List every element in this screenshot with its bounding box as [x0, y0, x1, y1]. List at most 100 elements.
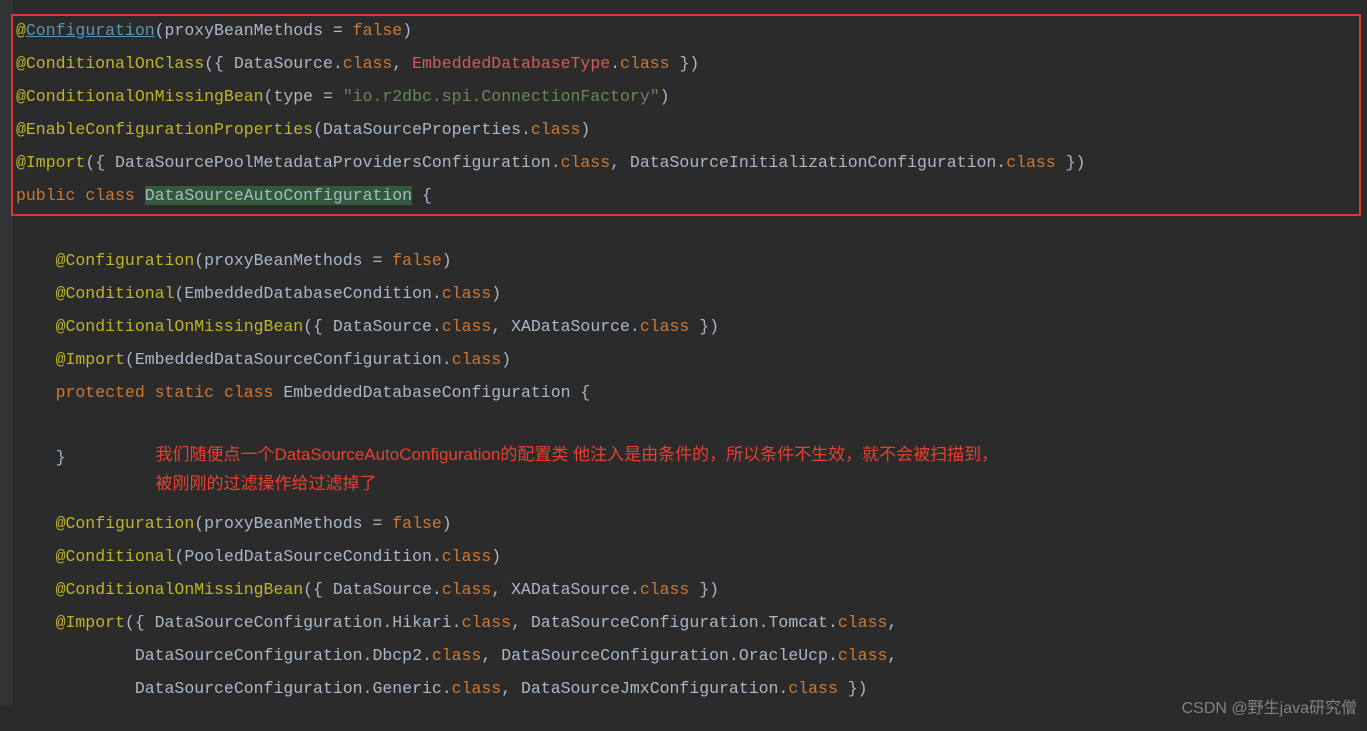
text: (proxyBeanMethods = [194, 514, 392, 533]
text: (proxyBeanMethods = [155, 21, 353, 40]
keyword: static [155, 383, 224, 402]
keyword-class: class [442, 547, 492, 566]
keyword-class: class [432, 646, 482, 665]
code-line[interactable]: DataSourceConfiguration.Generic.class, D… [14, 672, 1367, 705]
keyword-class: class [620, 54, 670, 73]
annotation: @EnableConfigurationProperties [16, 120, 313, 139]
text: }) [689, 580, 719, 599]
keyword-false: false [353, 21, 403, 40]
comment-text-2: 被刚刚的过滤操作给过滤掉了 [156, 470, 1367, 499]
text: ) [660, 87, 670, 106]
text: (DataSourceProperties. [313, 120, 531, 139]
text: ({ DataSource. [303, 580, 442, 599]
keyword: class [224, 383, 283, 402]
code-line[interactable]: } [14, 441, 66, 474]
keyword-class: class [343, 54, 393, 73]
blank-line [14, 409, 1367, 441]
text: ) [491, 547, 501, 566]
code-line[interactable]: @Import({ DataSourceConfiguration.Hikari… [14, 606, 1367, 639]
annotation: @Import [16, 350, 125, 369]
string-literal: "io.r2dbc.spi.ConnectionFactory" [343, 87, 660, 106]
text: (proxyBeanMethods = [194, 251, 392, 270]
text: }) [670, 54, 700, 73]
comment-annotation: 我们随便点一个DataSourceAutoConfiguration的配置类 他… [66, 441, 1367, 499]
brace: } [16, 448, 66, 467]
code-line[interactable]: protected static class EmbeddedDatabaseC… [14, 376, 1367, 409]
text: { [412, 186, 432, 205]
keyword-class: class [640, 317, 690, 336]
code-editor[interactable]: @Configuration(proxyBeanMethods = false)… [0, 0, 1367, 705]
code-line[interactable]: @Conditional(EmbeddedDatabaseCondition.c… [14, 277, 1367, 310]
text: ) [580, 120, 590, 139]
code-line[interactable]: @ConditionalOnMissingBean(type = "io.r2d… [14, 80, 1367, 113]
text: (type = [264, 87, 343, 106]
keyword-false: false [392, 514, 442, 533]
code-line[interactable]: @EnableConfigurationProperties(DataSourc… [14, 113, 1367, 146]
code-line[interactable]: @Configuration(proxyBeanMethods = false) [14, 507, 1367, 540]
code-line[interactable]: public class DataSourceAutoConfiguration… [14, 179, 1367, 212]
keyword-class: class [85, 186, 144, 205]
keyword-class: class [788, 679, 838, 698]
annotation: @ConditionalOnClass [16, 54, 204, 73]
text: , [887, 613, 897, 632]
annotation: @Configuration [16, 514, 194, 533]
text: ) [442, 514, 452, 533]
keyword-class: class [838, 646, 888, 665]
keyword-class: class [531, 120, 581, 139]
annotation: @Configuration [16, 251, 194, 270]
code-line[interactable]: @Import({ DataSourcePoolMetadataProvider… [14, 146, 1367, 179]
keyword-false: false [392, 251, 442, 270]
code-line[interactable]: DataSourceConfiguration.Dbcp2.class, Dat… [14, 639, 1367, 672]
keyword-class: class [1006, 153, 1056, 172]
annotation: @Conditional [16, 547, 174, 566]
keyword-class: class [442, 284, 492, 303]
text: , [392, 54, 412, 73]
code-line[interactable]: @ConditionalOnMissingBean({ DataSource.c… [14, 310, 1367, 343]
class-name-selected[interactable]: DataSourceAutoConfiguration [145, 186, 412, 205]
keyword-public: public [16, 186, 85, 205]
text: (EmbeddedDatabaseCondition. [174, 284, 441, 303]
text: , DataSourceInitializationConfiguration. [610, 153, 1006, 172]
code-line[interactable]: @ConditionalOnMissingBean({ DataSource.c… [14, 573, 1367, 606]
annotation: @ConditionalOnMissingBean [16, 580, 303, 599]
text: ({ DataSource. [303, 317, 442, 336]
text: ) [501, 350, 511, 369]
code-line[interactable]: @Import(EmbeddedDataSourceConfiguration.… [14, 343, 1367, 376]
keyword-class: class [442, 580, 492, 599]
keyword-class: class [640, 580, 690, 599]
keyword-class: class [838, 613, 888, 632]
text: ) [402, 21, 412, 40]
text: , DataSourceConfiguration.Tomcat. [511, 613, 838, 632]
text: ({ DataSourceConfiguration.Hikari. [125, 613, 462, 632]
annotation-at: @ [16, 21, 26, 40]
code-line[interactable]: @Configuration(proxyBeanMethods = false) [14, 14, 1367, 47]
code-line[interactable]: @Conditional(PooledDataSourceCondition.c… [14, 540, 1367, 573]
text: }) [838, 679, 868, 698]
keyword: protected [16, 383, 155, 402]
annotation: @ConditionalOnMissingBean [16, 317, 303, 336]
text: ) [442, 251, 452, 270]
annotation: @ConditionalOnMissingBean [16, 87, 264, 106]
code-line[interactable]: @Configuration(proxyBeanMethods = false) [14, 244, 1367, 277]
text: }) [689, 317, 719, 336]
keyword-class: class [452, 679, 502, 698]
annotation: @Conditional [16, 284, 174, 303]
text: , DataSourceJmxConfiguration. [501, 679, 788, 698]
code-line[interactable]: @ConditionalOnClass({ DataSource.class, … [14, 47, 1367, 80]
class-ref: EmbeddedDatabaseType [412, 54, 610, 73]
annotation: @Import [16, 613, 125, 632]
text: , XADataSource. [491, 580, 640, 599]
keyword-class: class [452, 350, 502, 369]
text: DataSourceConfiguration.Generic. [16, 679, 452, 698]
configuration-annotation[interactable]: Configuration [26, 21, 155, 40]
watermark: CSDN @野生java研究僧 [1182, 693, 1357, 725]
blank-line [14, 212, 1367, 244]
text: ({ DataSourcePoolMetadataProvidersConfig… [85, 153, 560, 172]
text: (PooledDataSourceCondition. [174, 547, 441, 566]
keyword-class: class [442, 317, 492, 336]
text: , XADataSource. [491, 317, 640, 336]
text: , [887, 646, 897, 665]
class-name: EmbeddedDatabaseConfiguration { [283, 383, 590, 402]
keyword-class: class [561, 153, 611, 172]
text: ({ DataSource. [204, 54, 343, 73]
